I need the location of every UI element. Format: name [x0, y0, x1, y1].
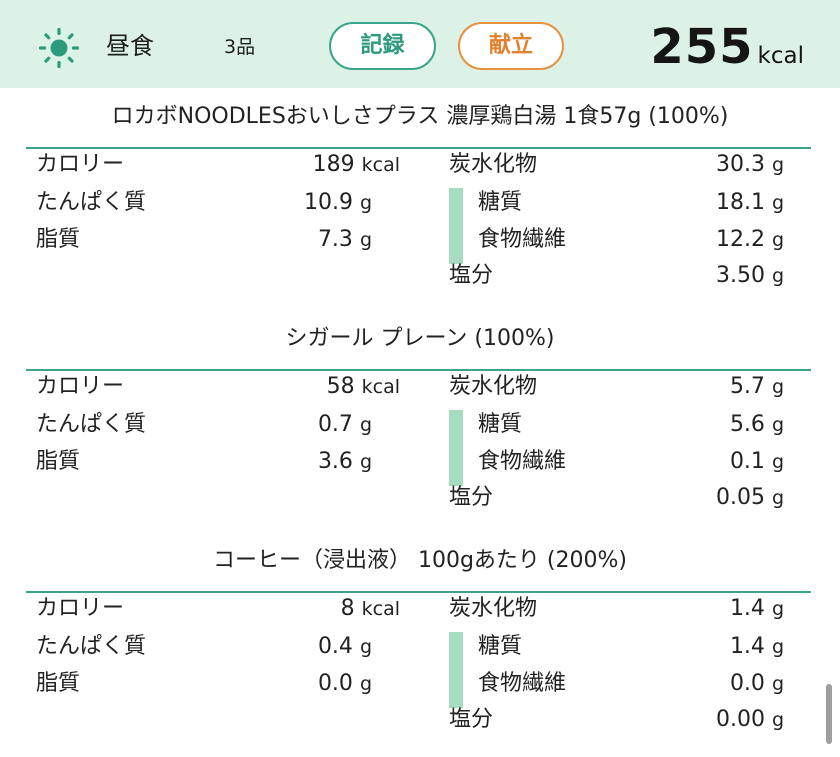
fat-label: 脂質	[36, 227, 81, 252]
fiber-value: 0.0 g	[729, 671, 784, 696]
salt-label: 塩分	[449, 263, 494, 288]
carbs-label: 炭水化物	[449, 152, 538, 177]
sun-icon	[38, 27, 80, 69]
carbs-label: 炭水化物	[449, 596, 538, 621]
fat-label: 脂質	[36, 449, 81, 474]
protein-value: 0.7 g	[317, 412, 372, 437]
total-calories: 255 kcal	[650, 17, 804, 86]
fiber-label: 食物繊維	[478, 227, 567, 252]
protein-label: たんぱく質	[36, 412, 147, 437]
carbs-value: 1.4 g	[729, 596, 784, 621]
calories-value: 8 kcal	[340, 596, 400, 621]
calories-label: カロリー	[36, 152, 125, 177]
sugar-fiber-bar	[449, 632, 463, 708]
sugar-label: 糖質	[478, 190, 523, 215]
fiber-label: 食物繊維	[478, 671, 567, 696]
carbs-value: 5.7 g	[729, 374, 784, 399]
salt-label: 塩分	[449, 485, 494, 510]
sugar-value: 5.6 g	[729, 412, 784, 437]
fiber-value: 12.2 g	[715, 227, 784, 252]
sugar-fiber-bar	[449, 410, 463, 486]
fat-label: 脂質	[36, 671, 81, 696]
sugar-fiber-bar	[449, 188, 463, 264]
food-title[interactable]: シガール プレーン (100%)	[0, 323, 840, 355]
food-title[interactable]: ロカボNOODLESおいしさプラス 濃厚鶏白湯 1食57g (100%)	[0, 101, 840, 133]
protein-value: 0.4 g	[317, 634, 372, 659]
divider	[26, 147, 811, 149]
total-kcal-unit: kcal	[757, 43, 804, 69]
protein-label: たんぱく質	[36, 634, 147, 659]
salt-value: 0.05 g	[715, 485, 784, 510]
record-button[interactable]: 記録	[329, 22, 436, 70]
meal-name: 昼食	[106, 32, 154, 60]
carbs-value: 30.3 g	[715, 152, 784, 177]
fiber-label: 食物繊維	[478, 449, 567, 474]
fat-value: 7.3 g	[317, 227, 372, 252]
calories-label: カロリー	[36, 596, 125, 621]
carbs-label: 炭水化物	[449, 374, 538, 399]
calories-label: カロリー	[36, 374, 125, 399]
divider	[26, 369, 811, 371]
salt-value: 0.00 g	[715, 707, 784, 732]
fat-value: 3.6 g	[317, 449, 372, 474]
sugar-value: 18.1 g	[715, 190, 784, 215]
sugar-label: 糖質	[478, 634, 523, 659]
calories-value: 58 kcal	[326, 374, 400, 399]
divider	[26, 591, 811, 593]
fiber-value: 0.1 g	[729, 449, 784, 474]
food-title[interactable]: コーヒー（浸出液） 100gあたり (200%)	[0, 545, 840, 577]
calories-value: 189 kcal	[312, 152, 400, 177]
item-count: 3品	[224, 36, 256, 58]
menu-button[interactable]: 献立	[458, 22, 564, 70]
protein-label: たんぱく質	[36, 190, 147, 215]
scrollbar[interactable]	[826, 684, 832, 744]
meal-header: 昼食 3品 記録 献立 255 kcal	[0, 0, 840, 88]
sugar-value: 1.4 g	[729, 634, 784, 659]
salt-value: 3.50 g	[715, 263, 784, 288]
protein-value: 10.9 g	[303, 190, 372, 215]
total-kcal-value: 255	[650, 19, 754, 75]
fat-value: 0.0 g	[317, 671, 372, 696]
sugar-label: 糖質	[478, 412, 523, 437]
salt-label: 塩分	[449, 707, 494, 732]
